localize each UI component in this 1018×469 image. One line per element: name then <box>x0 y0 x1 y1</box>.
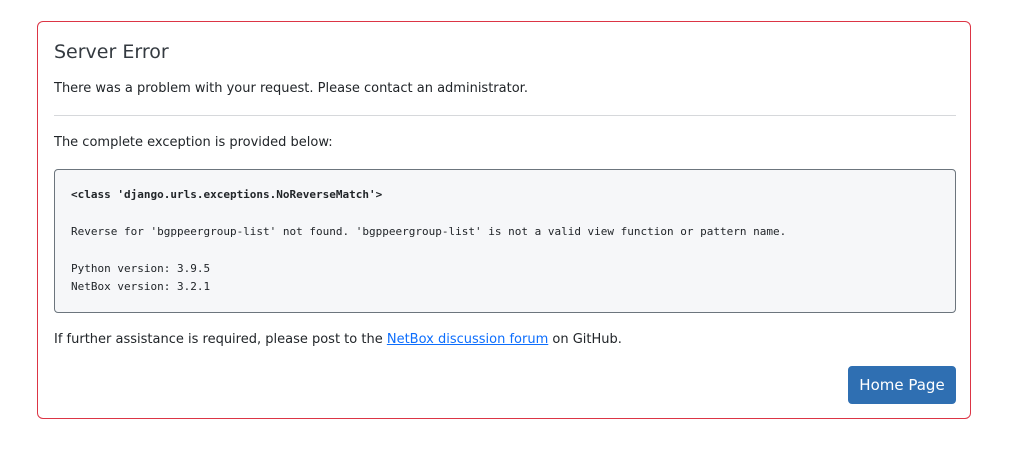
exception-message: Reverse for 'bgppeergroup-list' not foun… <box>71 225 787 238</box>
page-title: Server Error <box>54 41 169 63</box>
python-version: Python version: 3.9.5 <box>71 262 211 275</box>
error-card: Server Error There was a problem with yo… <box>37 21 971 419</box>
divider <box>54 115 956 116</box>
assistance-prefix: If further assistance is required, pleas… <box>54 332 387 347</box>
exception-intro-text: The complete exception is provided below… <box>54 135 333 150</box>
exception-details-block: <class 'django.urls.exceptions.NoReverse… <box>54 169 956 313</box>
discussion-forum-link[interactable]: NetBox discussion forum <box>387 332 548 347</box>
home-page-button[interactable]: Home Page <box>848 366 956 404</box>
netbox-version: NetBox version: 3.2.1 <box>71 280 211 293</box>
error-intro-text: There was a problem with your request. P… <box>54 81 528 96</box>
assistance-suffix: on GitHub. <box>548 332 622 347</box>
assistance-text: If further assistance is required, pleas… <box>54 332 622 347</box>
exception-class: <class 'django.urls.exceptions.NoReverse… <box>71 188 383 201</box>
